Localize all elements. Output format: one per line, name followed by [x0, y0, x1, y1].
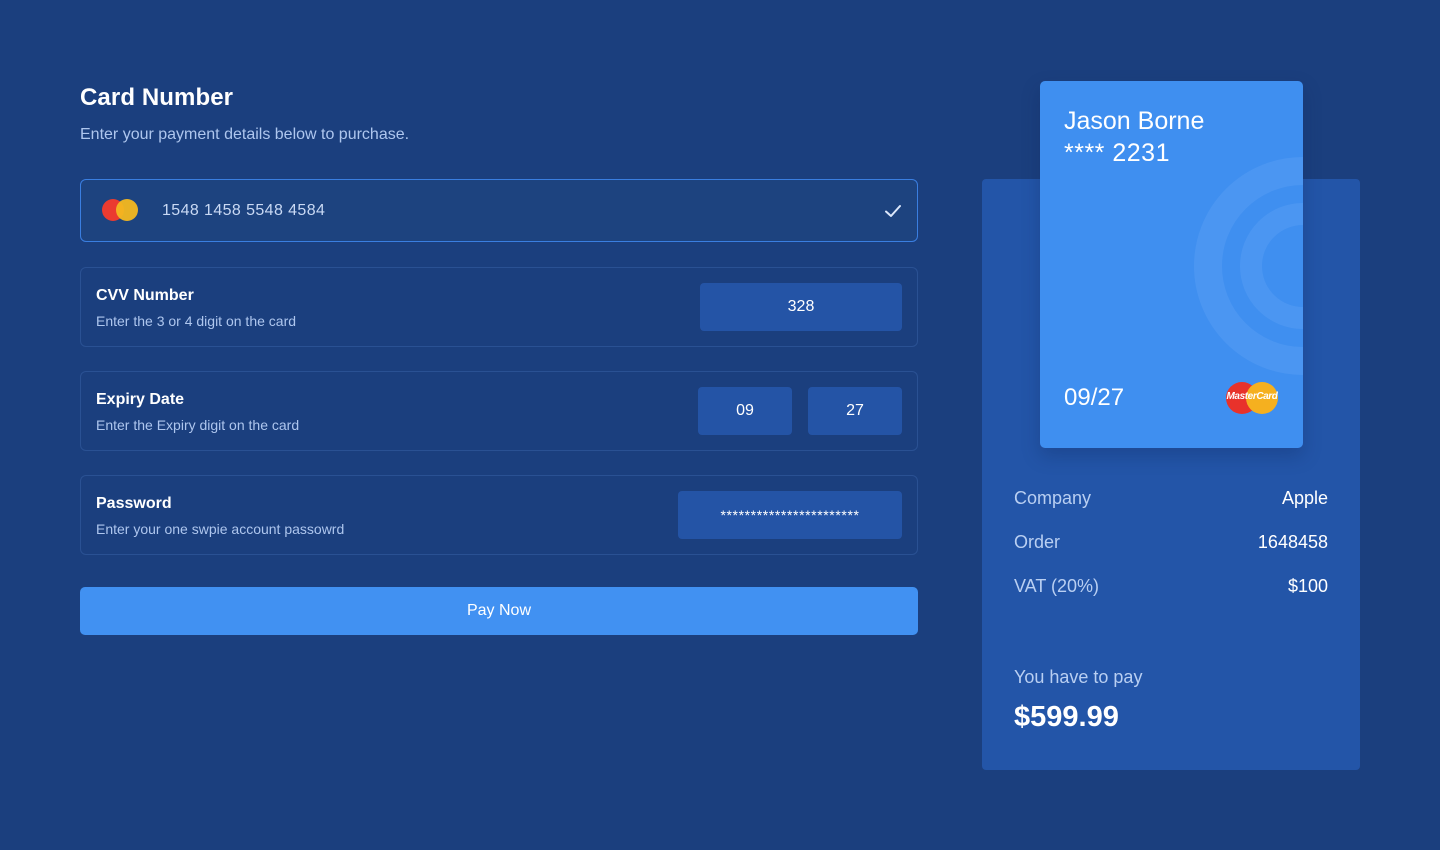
page-subtitle: Enter your payment details below to purc… [80, 126, 410, 143]
expiry-description: Enter the Expiry digit on the card [96, 417, 300, 433]
card-number-field[interactable]: 1548 1458 5548 4584 [80, 179, 918, 242]
cvv-title: CVV Number [96, 287, 194, 304]
password-input[interactable]: *********************** [678, 491, 902, 539]
summary-value: $100 [1287, 576, 1328, 596]
summary-row-order: Order 1648458 [1014, 532, 1328, 553]
mastercard-brand-icon: MasterCard [1226, 381, 1278, 415]
summary-row-company: Company Apple [1014, 488, 1328, 509]
expiry-month-input[interactable]: 09 [698, 387, 792, 435]
expiry-title: Expiry Date [96, 391, 185, 408]
expiry-row: Expiry Date Enter the Expiry digit on th… [80, 371, 918, 451]
summary-value: 1648458 [1257, 532, 1328, 552]
credit-card-preview: Jason Borne **** 2231 09/27 MasterCard [1040, 81, 1303, 448]
payment-page: Card Number Enter your payment details b… [0, 0, 1440, 850]
summary-label: Order [1014, 532, 1061, 552]
password-row: Password Enter your one swpie account pa… [80, 475, 918, 555]
password-title: Password [96, 495, 172, 512]
total-label: You have to pay [1014, 667, 1143, 687]
password-description: Enter your one swpie account passowrd [96, 521, 345, 537]
card-pattern-icon [1194, 157, 1303, 375]
summary-row-vat: VAT (20%) $100 [1014, 576, 1328, 597]
card-number-value[interactable]: 1548 1458 5548 4584 [162, 202, 325, 220]
mastercard-icon [102, 198, 142, 223]
card-expiry: 09/27 [1064, 384, 1125, 411]
expiry-year-input[interactable]: 27 [808, 387, 902, 435]
check-icon [885, 205, 901, 217]
total-amount: $599.99 [1014, 701, 1119, 733]
cvv-row: CVV Number Enter the 3 or 4 digit on the… [80, 267, 918, 347]
pay-now-button[interactable]: Pay Now [80, 587, 918, 635]
cvv-description: Enter the 3 or 4 digit on the card [96, 313, 297, 329]
page-title: Card Number [80, 84, 234, 111]
cvv-input[interactable]: 328 [700, 283, 902, 331]
summary-value: Apple [1281, 488, 1328, 508]
card-holder-name: Jason Borne [1064, 107, 1205, 135]
summary-label: VAT (20%) [1014, 576, 1100, 596]
summary-label: Company [1014, 488, 1092, 508]
card-masked-number: **** 2231 [1064, 139, 1170, 167]
